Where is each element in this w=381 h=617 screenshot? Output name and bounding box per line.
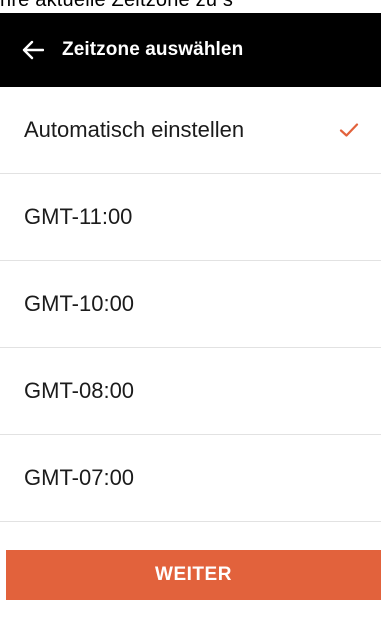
back-button[interactable] xyxy=(14,31,52,69)
timezone-option-gmt-07[interactable]: GMT-07:00 xyxy=(0,435,381,522)
timezone-option-label: Automatisch einstellen xyxy=(24,117,245,142)
timezone-option-gmt-11[interactable]: GMT-11:00 xyxy=(0,174,381,261)
timezone-list: Automatisch einstellen GMT-11:00 GMT-10:… xyxy=(0,87,381,522)
timezone-option-gmt-08[interactable]: GMT-08:00 xyxy=(0,348,381,435)
timezone-option-label: GMT-07:00 xyxy=(24,465,135,490)
timezone-option-label: GMT-10:00 xyxy=(24,291,135,316)
continue-button[interactable]: WEITER xyxy=(6,550,381,600)
page-title: Zeitzone auswählen xyxy=(62,39,244,60)
checkmark-icon xyxy=(339,122,359,138)
background-heading-snippet: hre aktuelle Zeitzone zu s xyxy=(0,0,234,11)
timezone-option-gmt-10[interactable]: GMT-10:00 xyxy=(0,261,381,348)
top-bar: Zeitzone auswählen xyxy=(0,13,381,87)
footer-bar: WEITER xyxy=(0,536,381,617)
timezone-option-label: GMT-08:00 xyxy=(24,378,135,403)
timezone-option-label: GMT-11:00 xyxy=(24,204,133,229)
arrow-left-icon xyxy=(22,40,44,60)
timezone-option-automatic[interactable]: Automatisch einstellen xyxy=(0,87,381,174)
